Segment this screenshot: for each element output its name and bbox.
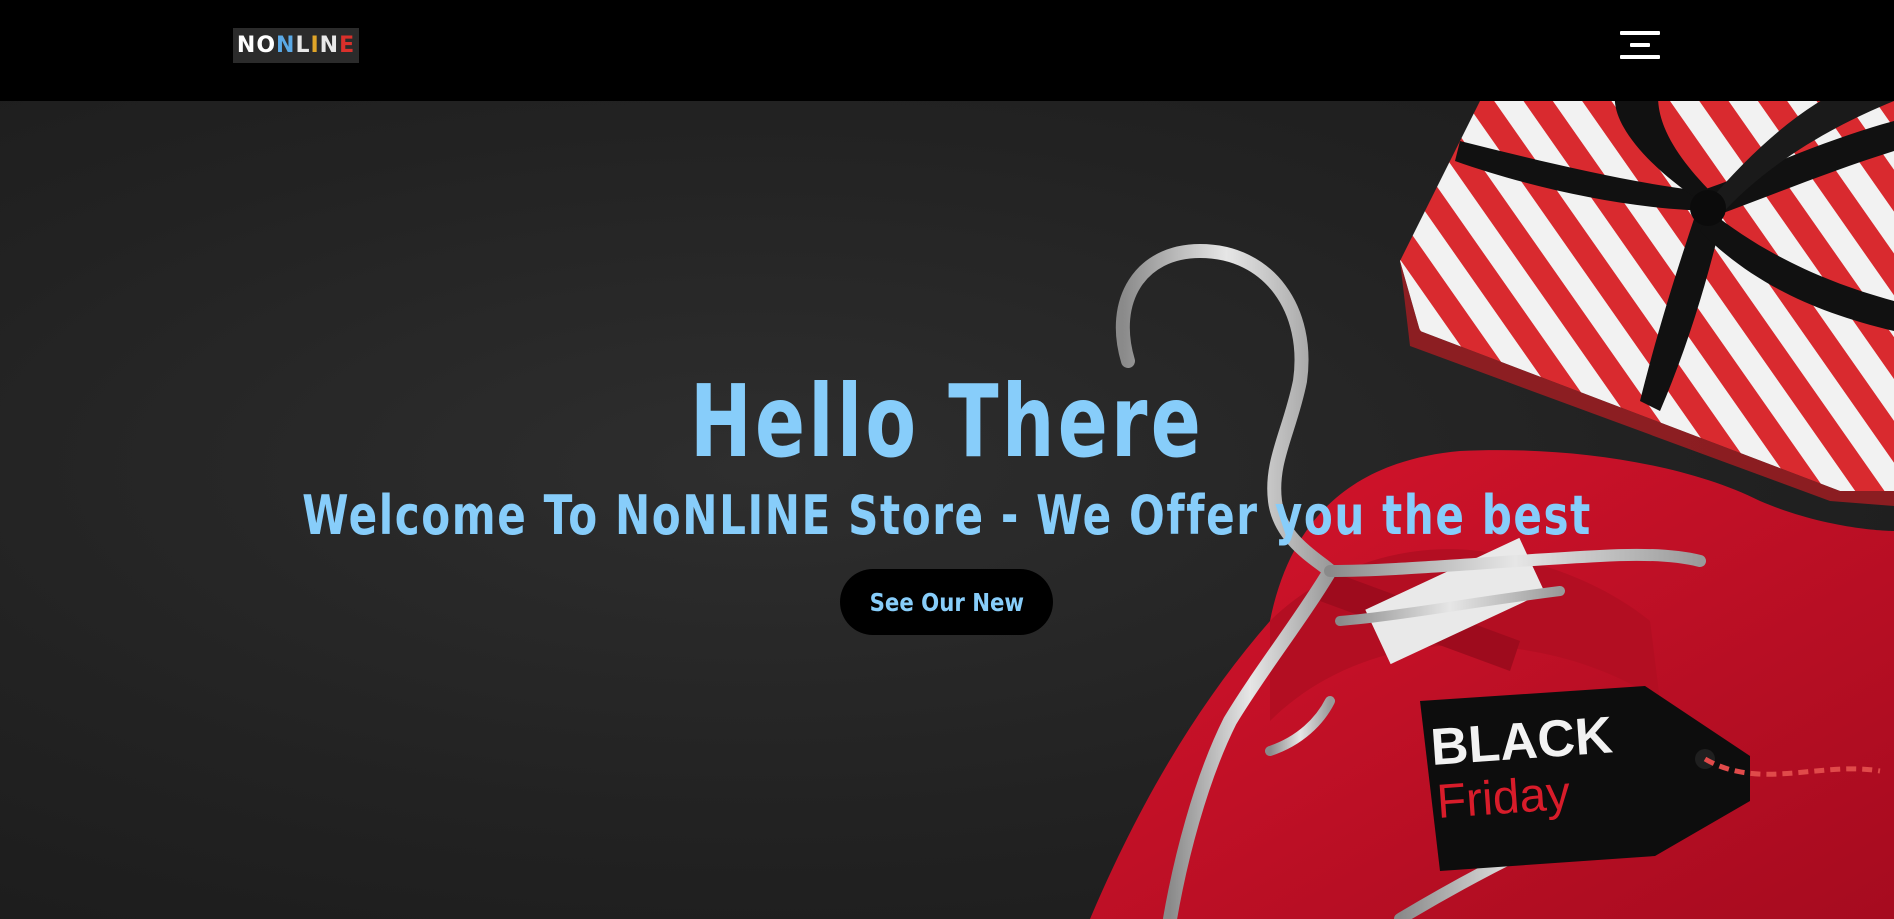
tag-line-friday: Friday (1435, 767, 1572, 829)
logo-letter: O (256, 33, 277, 58)
logo-letter: N (236, 33, 257, 58)
hero-title: Hello There (689, 363, 1205, 480)
hero-section: BLACK Friday Hello There Welcome To NoNL… (0, 101, 1894, 919)
see-our-new-button[interactable]: See Our New (840, 569, 1053, 635)
logo-letter: N (319, 33, 340, 58)
hero-subtitle: Welcome To NoNLINE Store - We Offer you … (302, 484, 1592, 547)
brand-logo[interactable]: NONLINE (233, 28, 359, 63)
logo-letter: N (276, 33, 296, 58)
logo-letter: E (339, 33, 356, 58)
hamburger-menu-icon[interactable] (1620, 31, 1660, 59)
see-our-new-label: See Our New (869, 587, 1024, 617)
logo-letter: I (310, 33, 320, 58)
logo-letter: L (295, 33, 311, 58)
top-navbar: NONLINE (0, 0, 1894, 101)
